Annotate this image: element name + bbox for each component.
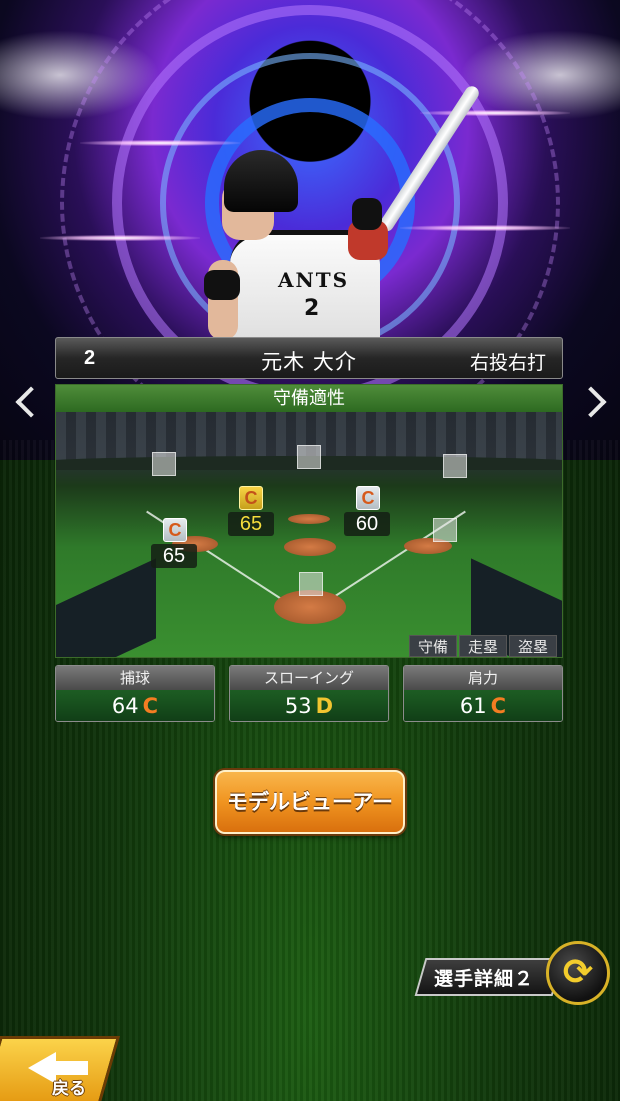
back-label[interactable]: 戻る xyxy=(52,1074,86,1099)
position-marker-c xyxy=(299,572,323,596)
skill-value-row: 61 C xyxy=(404,690,562,721)
refresh-icon[interactable]: ⟳ xyxy=(546,941,610,1005)
skill-value: 53 xyxy=(284,694,312,718)
second-base-dirt xyxy=(288,514,330,524)
defense-traits: 守備 慎重 走塁 普通 盗塁 普通 xyxy=(409,635,559,658)
player-image: ANTS 2 xyxy=(200,30,482,365)
defense-panel: 守備適性 C 65 C 65 C 60 守備 慎重 xyxy=(55,384,563,658)
skill-throwing: スローイング 53 D xyxy=(229,665,389,722)
trait-baserunning: 走塁 普通 xyxy=(459,635,507,658)
skill-rank: C xyxy=(490,694,507,718)
player-name-bar: 2 元木 大介 右投右打 xyxy=(55,337,563,379)
model-viewer-button[interactable]: モデルビューアー xyxy=(215,770,405,834)
batting-glove xyxy=(204,270,240,300)
trait-defense: 守備 慎重 xyxy=(409,635,457,658)
trait-value: 普通 xyxy=(459,657,507,658)
skill-catching: 捕球 64 C xyxy=(55,665,215,722)
chevron-right-icon[interactable] xyxy=(575,378,610,428)
batting-glove xyxy=(352,198,382,230)
chevron-left-icon[interactable] xyxy=(12,378,47,428)
player-handedness: 右投右打 xyxy=(469,352,546,374)
skill-label: スローイング xyxy=(230,666,388,690)
rating-third: 65 xyxy=(151,544,197,568)
rating-second: 60 xyxy=(344,512,390,536)
position-marker-1b xyxy=(433,518,457,542)
skill-value: 64 xyxy=(111,694,139,718)
rank-badge-short: C xyxy=(239,486,263,510)
position-marker-lf xyxy=(152,452,176,476)
skill-arm: 肩力 61 C xyxy=(403,665,563,722)
defense-title: 守備適性 xyxy=(56,385,562,412)
skill-value: 61 xyxy=(459,694,487,718)
trait-label: 走塁 xyxy=(459,635,507,657)
trait-steal: 盗塁 普通 xyxy=(509,635,557,658)
light-flare xyxy=(40,235,200,241)
position-marker-rf xyxy=(443,454,467,478)
bat xyxy=(377,83,482,234)
jersey-number: 2 xyxy=(304,296,320,321)
skill-rank: C xyxy=(142,694,159,718)
refresh-glyph: ⟳ xyxy=(562,952,594,993)
skill-label: 肩力 xyxy=(404,666,562,690)
trait-value: 慎重 xyxy=(409,657,457,658)
skill-value-row: 64 C xyxy=(56,690,214,721)
trait-label: 守備 xyxy=(409,635,457,657)
pitcher-mound xyxy=(284,538,336,556)
rating-short: 65 xyxy=(228,512,274,536)
helmet xyxy=(224,150,298,212)
trait-label: 盗塁 xyxy=(509,635,557,657)
position-marker-cf xyxy=(297,445,321,469)
back-arrow-tail xyxy=(54,1061,88,1075)
skill-value-row: 53 D xyxy=(230,690,388,721)
skill-label: 捕球 xyxy=(56,666,214,690)
field-diagram: C 65 C 65 C 60 守備 慎重 走塁 普通 盗塁 普通 xyxy=(56,412,562,658)
skill-rank: D xyxy=(315,694,334,718)
jersey-text: ANTS xyxy=(278,268,350,292)
player-detail-2-label[interactable]: 選手詳細２ xyxy=(434,964,534,991)
rank-badge-third: C xyxy=(163,518,187,542)
rank-badge-second: C xyxy=(356,486,380,510)
stand-wedge xyxy=(56,558,156,657)
trait-value: 普通 xyxy=(509,657,557,658)
